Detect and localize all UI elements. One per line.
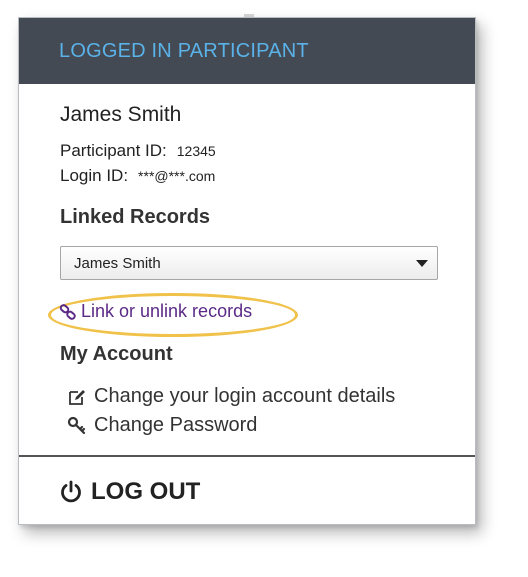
linked-records-select[interactable]: James Smith [60, 246, 438, 280]
edit-icon [69, 389, 85, 405]
participant-id-value: 12345 [176, 143, 216, 159]
change-login-details-link[interactable]: Change your login account details [67, 385, 395, 408]
divider [19, 455, 475, 457]
change-login-details-label: Change your login account details [94, 385, 396, 407]
link-unlink-records-link[interactable]: Link or unlink records [59, 301, 252, 322]
panel-header-title: LOGGED IN PARTICIPANT [59, 40, 309, 62]
link-unlink-records-label: Link or unlink records [81, 301, 253, 321]
change-password-label: Change Password [94, 414, 258, 436]
login-id-row: Login ID: ***@***.com [60, 166, 215, 186]
participant-dropdown-panel: LOGGED IN PARTICIPANT James Smith Partic… [18, 17, 476, 525]
logout-button[interactable]: LOG OUT [59, 478, 200, 506]
power-icon [61, 480, 81, 503]
chain-link-icon [59, 303, 76, 320]
key-icon [67, 416, 86, 434]
logout-label: LOG OUT [91, 478, 201, 505]
change-password-link[interactable]: Change Password [67, 414, 257, 437]
chevron-down-icon [416, 260, 428, 267]
linked-records-selected-value: James Smith [74, 255, 161, 272]
linked-records-heading: Linked Records [60, 206, 211, 228]
login-id-label: Login ID: [60, 166, 129, 185]
participant-name: James Smith [60, 103, 182, 126]
participant-id-row: Participant ID: 12345 [60, 141, 216, 161]
my-account-heading: My Account [60, 343, 173, 365]
participant-id-label: Participant ID: [60, 141, 167, 160]
panel-header: LOGGED IN PARTICIPANT [19, 18, 475, 84]
login-id-value: ***@***.com [138, 168, 216, 184]
